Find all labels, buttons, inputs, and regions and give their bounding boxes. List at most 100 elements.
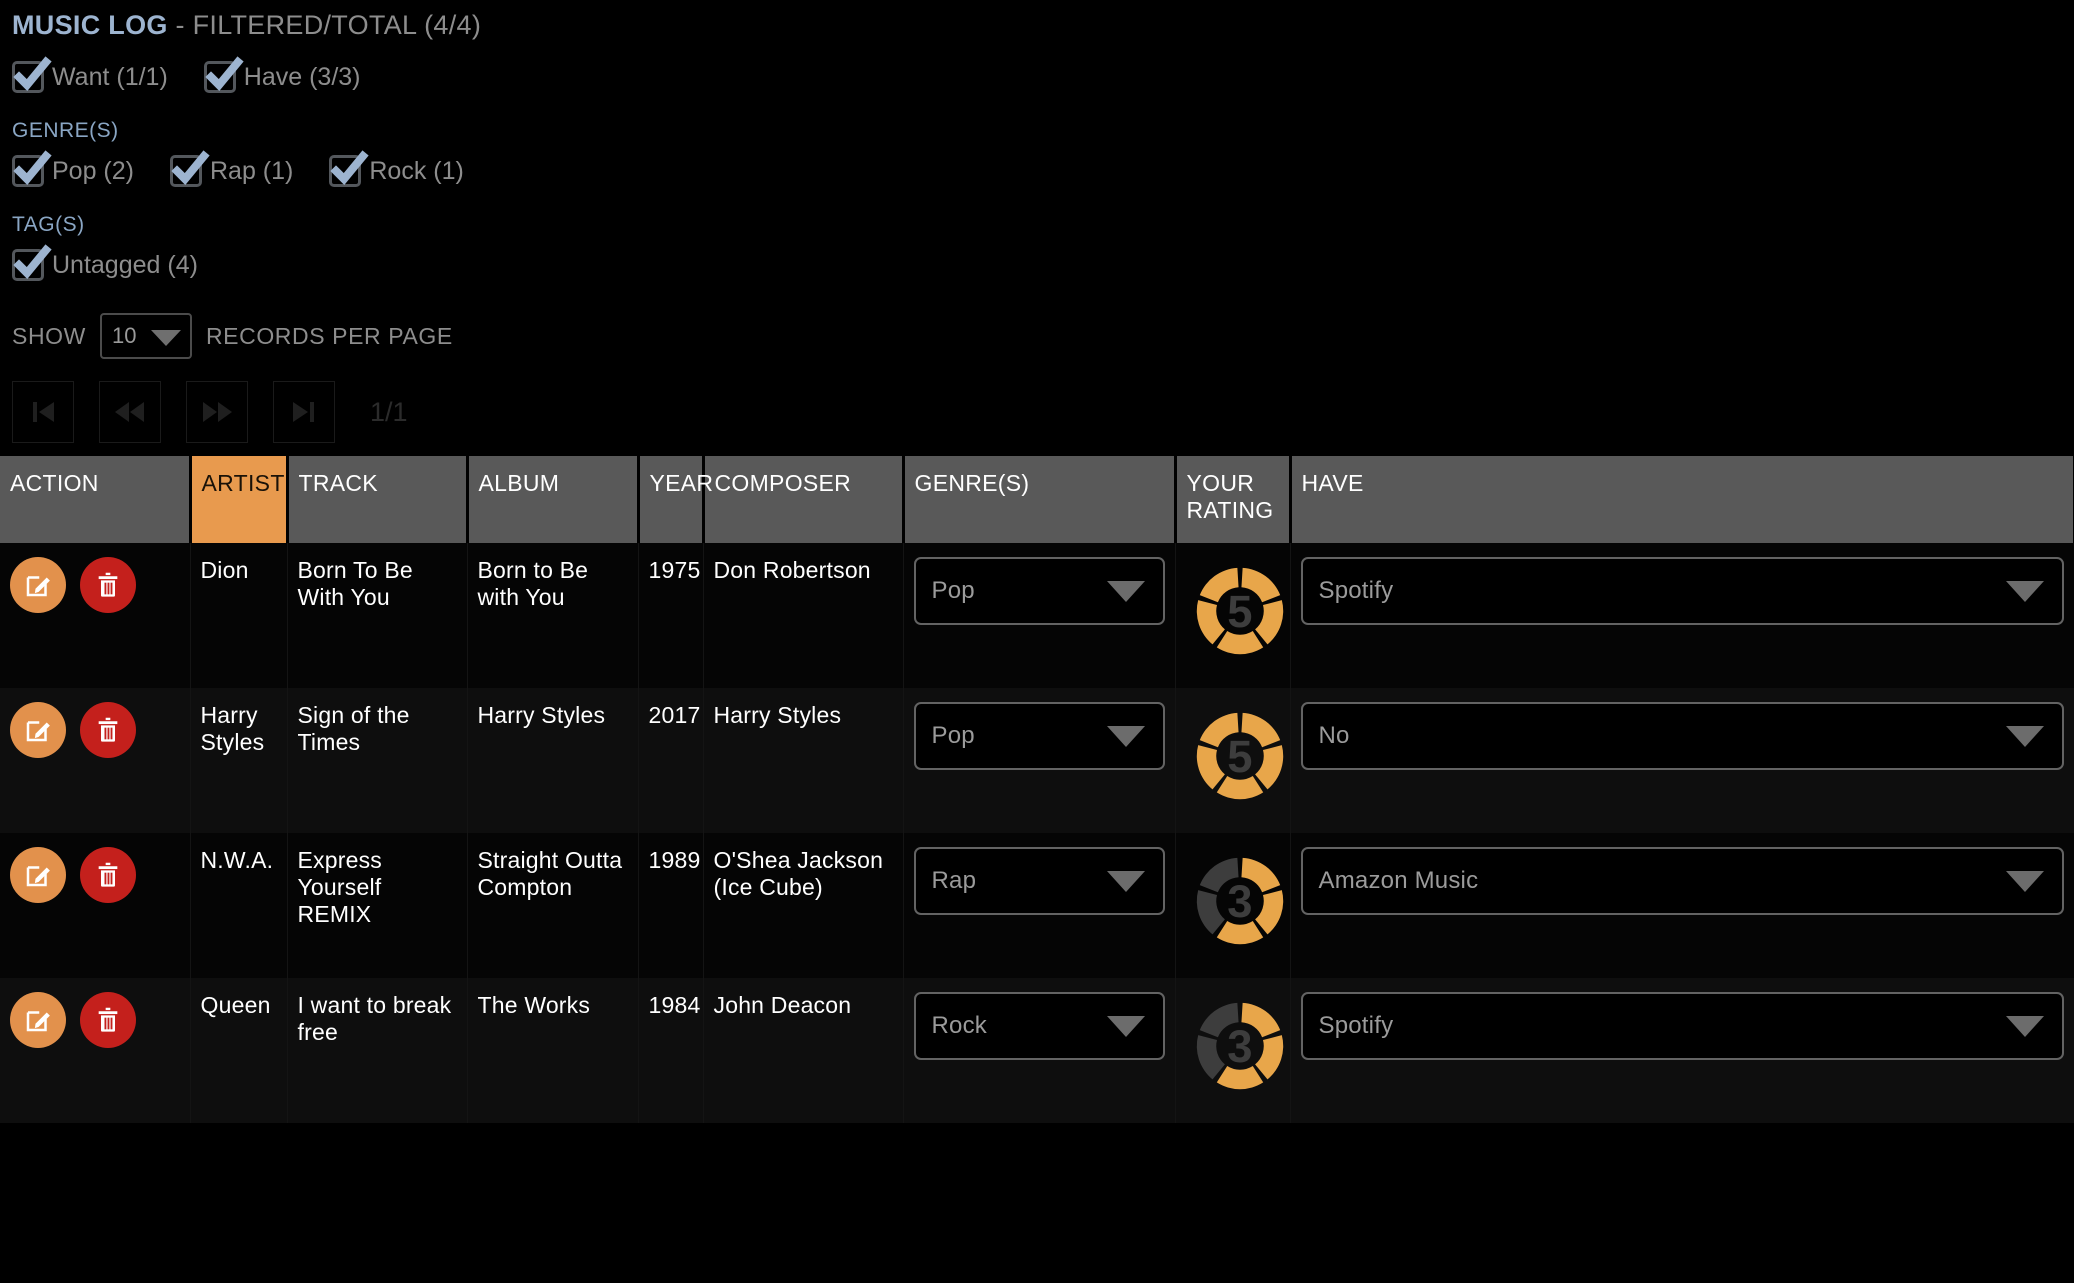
page-size-select[interactable]: 10 bbox=[99, 313, 192, 359]
have-select[interactable]: No bbox=[1300, 702, 2064, 770]
cell-have: No bbox=[1290, 688, 2074, 833]
have-select-value: Spotify bbox=[1318, 576, 1394, 604]
edit-row-button[interactable] bbox=[10, 992, 66, 1048]
page-title-strong: MUSIC LOG bbox=[12, 10, 168, 40]
checkbox-label: Pop (2) bbox=[52, 156, 134, 185]
edit-pencil-icon bbox=[26, 576, 50, 597]
cell-track: Express Yourself REMIX bbox=[287, 833, 468, 978]
genre-filter-2[interactable]: Rock (1) bbox=[329, 150, 464, 187]
cell-album: The Works bbox=[467, 978, 639, 1123]
checkbox-icon[interactable] bbox=[169, 150, 210, 187]
checkbox-label: Want (1/1) bbox=[52, 62, 168, 91]
page-size-value: 10 bbox=[111, 323, 137, 348]
cell-composer: Don Robertson bbox=[703, 543, 904, 688]
tag-filter-group: Untagged (4) bbox=[0, 244, 2074, 281]
edit-pencil-icon bbox=[26, 721, 50, 742]
checkbox-icon[interactable] bbox=[329, 150, 369, 187]
table-row: Harry Styles Sign of the Times Harry Style… bbox=[0, 688, 2074, 833]
checkbox-icon[interactable] bbox=[12, 150, 52, 187]
edit-row-button[interactable] bbox=[10, 702, 66, 758]
chevron-down-icon bbox=[2005, 726, 2044, 747]
cell-year: 1989 bbox=[638, 833, 704, 978]
next-page-button[interactable] bbox=[186, 381, 248, 443]
checkbox-icon[interactable] bbox=[12, 244, 52, 281]
cell-action bbox=[0, 978, 191, 1123]
column-header-have[interactable]: HAVE bbox=[1290, 456, 2074, 543]
cell-action bbox=[0, 688, 191, 833]
rating-donut-icon[interactable]: 3 bbox=[1186, 992, 1294, 1100]
delete-row-button[interactable] bbox=[80, 702, 136, 758]
genre-select[interactable]: Rock bbox=[913, 992, 1165, 1060]
delete-row-button[interactable] bbox=[80, 847, 136, 903]
genre-filter-1[interactable]: Rap (1) bbox=[169, 150, 293, 187]
cell-year: 1984 bbox=[638, 978, 704, 1123]
checkbox-label: Rock (1) bbox=[369, 156, 464, 185]
rating-donut-icon[interactable]: 5 bbox=[1186, 702, 1294, 810]
page-title-muted: - FILTERED/TOTAL (4/4) bbox=[167, 10, 482, 40]
checkbox-label: Have (3/3) bbox=[243, 62, 361, 91]
cell-genre: Pop bbox=[903, 688, 1176, 833]
have-select[interactable]: Spotify bbox=[1300, 557, 2064, 625]
page-title: MUSIC LOG - FILTERED/TOTAL (4/4) bbox=[0, 0, 2074, 41]
table-header-row: ACTION ARTIST TRACK ALBUM YEAR COMPOSER GENRE(… bbox=[0, 456, 2074, 543]
cell-action bbox=[0, 543, 191, 688]
checkmark-icon bbox=[171, 150, 210, 185]
skip-first-icon bbox=[33, 402, 54, 422]
cell-rating: 3 bbox=[1175, 833, 1291, 978]
chevron-down-icon bbox=[2005, 581, 2044, 602]
cell-track: Born To Be With You bbox=[287, 543, 468, 688]
have-select[interactable]: Spotify bbox=[1300, 992, 2064, 1060]
genre-select[interactable]: Pop bbox=[913, 702, 1165, 770]
cell-artist: Harry Styles bbox=[190, 688, 288, 833]
cell-year: 1975 bbox=[638, 543, 704, 688]
chevron-down-icon bbox=[1106, 581, 1145, 602]
rating-donut-icon[interactable]: 3 bbox=[1186, 847, 1294, 955]
column-header-artist[interactable]: ARTIST bbox=[190, 456, 289, 543]
column-header-your-rating[interactable]: YOUR RATING bbox=[1175, 456, 1292, 543]
delete-row-button[interactable] bbox=[80, 557, 136, 613]
genre-section-label: GENRE(S) bbox=[12, 119, 119, 142]
edit-row-button[interactable] bbox=[10, 557, 66, 613]
table-row: N.W.A. Express Yourself REMIX Straight Out… bbox=[0, 833, 2074, 978]
column-header-year[interactable]: YEAR bbox=[638, 456, 713, 543]
tag-filter-0[interactable]: Untagged (4) bbox=[12, 244, 198, 281]
status-filter-0[interactable]: Want (1/1) bbox=[12, 56, 168, 93]
prev-page-button[interactable] bbox=[99, 381, 161, 443]
page-indicator: 1/1 bbox=[370, 396, 408, 427]
table-body: Dion Born To Be With You Born to Be with Y… bbox=[0, 543, 2074, 1123]
genre-select-value: Pop bbox=[931, 576, 975, 604]
genre-select[interactable]: Pop bbox=[913, 557, 1165, 625]
chevron-down-icon bbox=[1106, 1016, 1145, 1037]
status-filter-1[interactable]: Have (3/3) bbox=[203, 56, 361, 93]
column-header-genre-s[interactable]: GENRE(S) bbox=[903, 456, 1177, 543]
edit-row-button[interactable] bbox=[10, 847, 66, 903]
table-row: Dion Born To Be With You Born to Be with Y… bbox=[0, 543, 2074, 688]
cell-album: Harry Styles bbox=[467, 688, 639, 833]
edit-pencil-icon bbox=[26, 1011, 50, 1032]
column-header-track[interactable]: TRACK bbox=[287, 456, 469, 543]
cell-composer: O'Shea Jackson (Ice Cube) bbox=[703, 833, 904, 978]
cell-rating: 3 bbox=[1175, 978, 1291, 1123]
have-select[interactable]: Amazon Music bbox=[1300, 847, 2064, 915]
cell-album: Straight Outta Compton bbox=[467, 833, 639, 978]
cell-track: Sign of the Times bbox=[287, 688, 468, 833]
have-select-value: No bbox=[1318, 721, 1350, 749]
rating-donut-icon[interactable]: 5 bbox=[1186, 557, 1294, 665]
genre-filter-0[interactable]: Pop (2) bbox=[12, 150, 134, 187]
column-header-composer[interactable]: COMPOSER bbox=[703, 456, 905, 543]
rating-value: 3 bbox=[1227, 1021, 1252, 1072]
column-header-action[interactable]: ACTION bbox=[0, 456, 192, 543]
chevron-down-icon bbox=[2005, 1016, 2044, 1037]
delete-row-button[interactable] bbox=[80, 992, 136, 1048]
column-header-album[interactable]: ALBUM bbox=[467, 456, 640, 543]
checkbox-icon[interactable] bbox=[12, 56, 52, 93]
checkmark-icon bbox=[13, 150, 52, 185]
checkbox-icon[interactable] bbox=[203, 56, 244, 93]
genre-select[interactable]: Rap bbox=[913, 847, 1165, 915]
cell-composer: John Deacon bbox=[703, 978, 904, 1123]
cell-rating: 5 bbox=[1175, 688, 1291, 833]
last-page-button[interactable] bbox=[273, 381, 335, 443]
chevron-down-icon bbox=[1106, 726, 1145, 747]
cell-artist: N.W.A. bbox=[190, 833, 288, 978]
first-page-button[interactable] bbox=[12, 381, 74, 443]
